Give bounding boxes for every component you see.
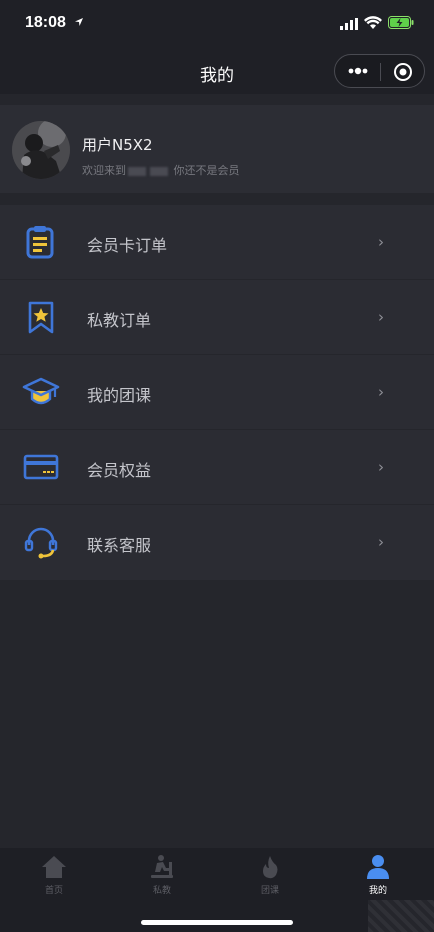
tab-group-class[interactable]: 团课 — [230, 854, 310, 904]
chevron-right-icon: › — [378, 308, 384, 326]
welcome-prefix: 欢迎来到 — [82, 164, 126, 177]
redacted-block — [128, 166, 146, 176]
capsule-divider — [380, 63, 381, 81]
redacted-block — [150, 166, 168, 176]
status-time: 18:08 — [25, 14, 66, 31]
menu-item-label: 我的团课 — [87, 386, 152, 405]
tab-label: 我的 — [368, 886, 387, 896]
tab-mine[interactable]: 我的 — [338, 854, 418, 904]
menu-item-customer-service[interactable]: 联系客服 › — [0, 505, 434, 580]
tab-label: 团课 — [260, 886, 279, 896]
member-status: 你还不是会员 — [173, 164, 240, 177]
wifi-icon — [364, 16, 382, 29]
home-icon — [42, 856, 66, 878]
person-icon — [367, 855, 389, 879]
tab-label: 私教 — [152, 886, 171, 896]
avatar[interactable] — [12, 121, 70, 179]
chevron-right-icon: › — [378, 383, 384, 401]
chevron-right-icon: › — [378, 533, 384, 551]
menu-item-member-benefits[interactable]: 会员权益 › — [0, 430, 434, 505]
treadmill-icon — [151, 855, 173, 878]
navigation-bar: 我的 — [0, 50, 434, 94]
menu-item-label: 会员卡订单 — [87, 236, 168, 255]
graduation-cap-icon — [22, 377, 60, 405]
menu-item-group-classes[interactable]: 我的团课 › — [0, 355, 434, 430]
card-icon — [23, 454, 59, 480]
user-name: 用户N5X2 — [82, 136, 153, 154]
menu-item-label: 会员权益 — [87, 461, 152, 480]
tab-home[interactable]: 首页 — [14, 854, 94, 904]
headset-icon — [24, 527, 58, 559]
chevron-right-icon: › — [378, 233, 384, 251]
menu-item-label: 联系客服 — [87, 536, 152, 555]
menu-list: 会员卡订单 › 私教订单 › 我的团课 › 会员权益 › 联系客服 › — [0, 205, 434, 580]
star-bookmark-icon — [28, 301, 54, 334]
watermark-mosaic — [368, 900, 434, 932]
cellular-signal-icon — [340, 18, 358, 30]
home-indicator[interactable] — [141, 920, 293, 925]
flame-icon — [263, 856, 278, 879]
more-icon[interactable] — [347, 65, 369, 77]
chevron-right-icon: › — [378, 458, 384, 476]
location-arrow-icon — [75, 18, 83, 26]
tab-private[interactable]: 私教 — [122, 854, 202, 904]
menu-item-label: 私教订单 — [87, 311, 152, 330]
profile-card[interactable]: 用户N5X2 欢迎来到 你还不是会员 — [0, 105, 434, 193]
avatar-photo — [12, 121, 70, 179]
close-target-icon[interactable] — [393, 62, 413, 82]
menu-item-card-orders[interactable]: 会员卡订单 › — [0, 205, 434, 280]
battery-charging-icon — [388, 16, 414, 29]
clipboard-icon — [26, 226, 54, 259]
status-bar: 18:08 — [0, 0, 434, 50]
welcome-text: 欢迎来到 你还不是会员 — [82, 162, 240, 178]
menu-item-private-orders[interactable]: 私教订单 › — [0, 280, 434, 355]
mini-program-capsule — [334, 54, 425, 88]
tab-label: 首页 — [44, 886, 63, 896]
